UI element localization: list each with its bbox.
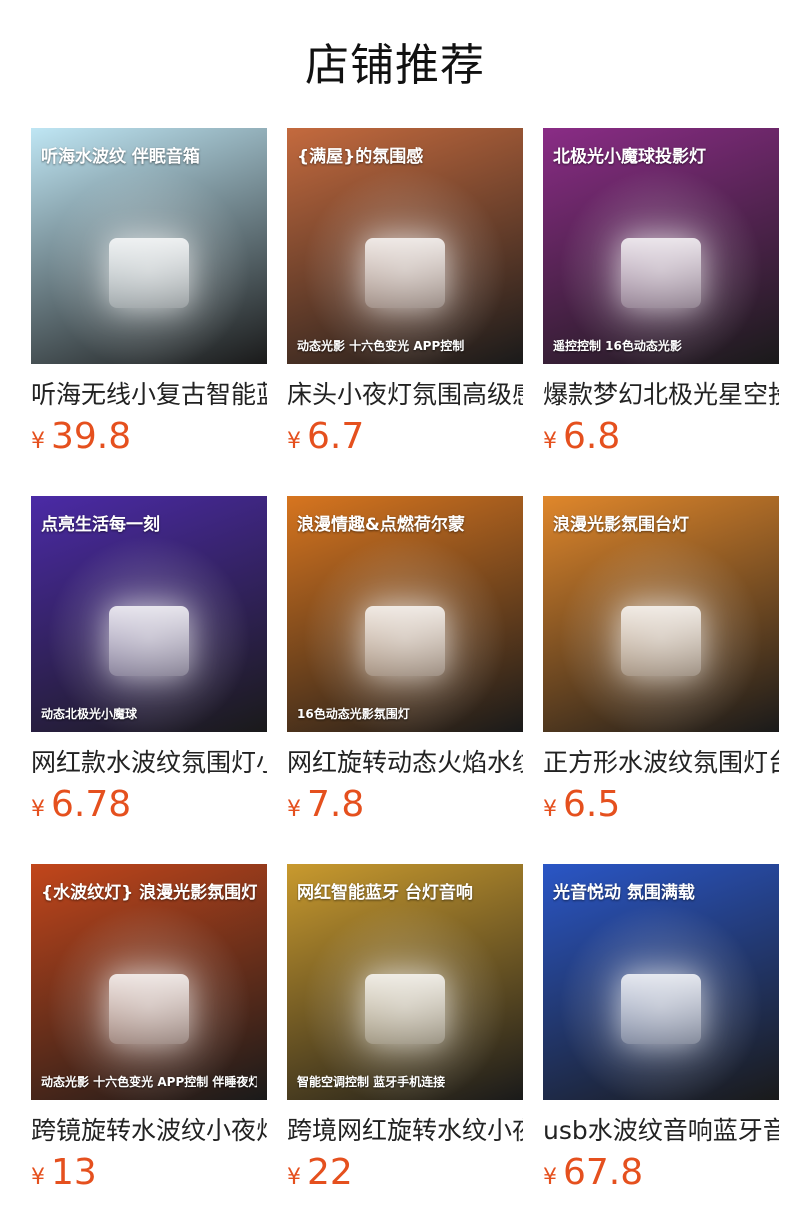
- product-image-caption: 智能空调控制 蓝牙手机连接: [297, 1075, 446, 1089]
- product-card[interactable]: {满屋}的氛围感动态光影 十六色变光 APP控制床头小夜灯氛围高级感 ¥6.7: [287, 128, 523, 458]
- price-value: 13: [51, 1152, 97, 1193]
- product-card[interactable]: 点亮生活每一刻动态北极光小魔球网红款水波纹氛围灯小魔球 ¥6.78: [31, 496, 267, 826]
- product-image[interactable]: 听海水波纹 伴眠音箱: [31, 128, 267, 364]
- product-image-banner-text: 浪漫情趣&点燃荷尔蒙: [297, 515, 465, 535]
- product-name[interactable]: 网红旋转动态火焰水纹灯: [287, 746, 523, 780]
- product-image[interactable]: 浪漫光影氛围台灯: [543, 496, 779, 732]
- lamp-illustration: [621, 606, 701, 676]
- price-value: 6.8: [563, 416, 621, 457]
- price-value: 7.8: [307, 784, 365, 825]
- product-image-caption: 动态北极光小魔球: [41, 707, 138, 721]
- price-value: 6.78: [51, 784, 132, 825]
- lamp-illustration: [109, 974, 189, 1044]
- product-name[interactable]: 听海无线小复古智能蓝牙音箱: [31, 378, 267, 412]
- product-image-banner-text: 北极光小魔球投影灯: [553, 147, 706, 167]
- lamp-illustration: [109, 606, 189, 676]
- product-price: ¥13: [31, 1152, 97, 1193]
- lamp-illustration: [621, 974, 701, 1044]
- product-image[interactable]: 浪漫情趣&点燃荷尔蒙 16色动态光影氛围灯: [287, 496, 523, 732]
- product-card[interactable]: 网红智能蓝牙 台灯音响智能空调控制 蓝牙手机连接跨境网红旋转水纹小夜灯 ¥22: [287, 864, 523, 1194]
- product-price: ¥6.7: [287, 416, 364, 457]
- price-value: 39.8: [51, 416, 132, 457]
- currency-symbol: ¥: [31, 797, 45, 822]
- product-image-banner-text: 光音悦动 氛围满载: [553, 883, 695, 903]
- price-value: 6.5: [563, 784, 621, 825]
- product-price: ¥6.78: [31, 784, 131, 825]
- product-name[interactable]: 跨境网红旋转水纹小夜灯: [287, 1114, 523, 1148]
- product-image[interactable]: {水波纹灯} 浪漫光影氛围灯动态光影 十六色变光 APP控制 伴睡夜灯: [31, 864, 267, 1100]
- currency-symbol: ¥: [287, 797, 301, 822]
- product-image-banner-text: {满屋}的氛围感: [297, 147, 424, 167]
- price-value: 6.7: [307, 416, 365, 457]
- product-image-banner-text: 点亮生活每一刻: [41, 515, 160, 535]
- product-name[interactable]: 床头小夜灯氛围高级感: [287, 378, 523, 412]
- product-price: ¥67.8: [543, 1152, 643, 1193]
- product-image-caption: 动态光影 十六色变光 APP控制 伴睡夜灯: [41, 1075, 257, 1089]
- product-price: ¥6.5: [543, 784, 620, 825]
- product-image-banner-text: 浪漫光影氛围台灯: [553, 515, 689, 535]
- currency-symbol: ¥: [543, 429, 557, 454]
- product-name[interactable]: 爆款梦幻北极光星空投影灯: [543, 378, 779, 412]
- price-value: 67.8: [563, 1152, 644, 1193]
- product-image-banner-text: 听海水波纹 伴眠音箱: [41, 147, 200, 167]
- product-image[interactable]: 网红智能蓝牙 台灯音响智能空调控制 蓝牙手机连接: [287, 864, 523, 1100]
- currency-symbol: ¥: [31, 429, 45, 454]
- product-price: ¥22: [287, 1152, 353, 1193]
- product-card[interactable]: 浪漫光影氛围台灯正方形水波纹氛围灯台灯 ¥6.5: [543, 496, 779, 826]
- product-card[interactable]: 北极光小魔球投影灯遥控控制 16色动态光影爆款梦幻北极光星空投影灯 ¥6.8: [543, 128, 779, 458]
- currency-symbol: ¥: [543, 1165, 557, 1190]
- lamp-illustration: [365, 606, 445, 676]
- product-image-banner-text: 网红智能蓝牙 台灯音响: [297, 883, 473, 903]
- product-image-caption: 动态光影 十六色变光 APP控制: [297, 339, 465, 353]
- product-name[interactable]: 正方形水波纹氛围灯台灯: [543, 746, 779, 780]
- product-image[interactable]: {满屋}的氛围感动态光影 十六色变光 APP控制: [287, 128, 523, 364]
- product-name[interactable]: 跨镜旋转水波纹小夜灯: [31, 1114, 267, 1148]
- product-card[interactable]: 听海水波纹 伴眠音箱听海无线小复古智能蓝牙音箱 ¥39.8: [31, 128, 267, 458]
- product-card[interactable]: 浪漫情趣&点燃荷尔蒙 16色动态光影氛围灯网红旋转动态火焰水纹灯 ¥7.8: [287, 496, 523, 826]
- lamp-illustration: [365, 974, 445, 1044]
- product-image-caption: 遥控控制 16色动态光影: [553, 339, 682, 353]
- product-price: ¥39.8: [31, 416, 131, 457]
- currency-symbol: ¥: [31, 1165, 45, 1190]
- product-price: ¥7.8: [287, 784, 364, 825]
- product-image-banner-text: {水波纹灯} 浪漫光影氛围灯: [41, 883, 257, 903]
- price-value: 22: [307, 1152, 353, 1193]
- product-image[interactable]: 点亮生活每一刻动态北极光小魔球: [31, 496, 267, 732]
- currency-symbol: ¥: [543, 797, 557, 822]
- currency-symbol: ¥: [287, 1165, 301, 1190]
- product-name[interactable]: 网红款水波纹氛围灯小魔球: [31, 746, 267, 780]
- page-title: 店铺推荐: [305, 40, 485, 91]
- lamp-illustration: [109, 238, 189, 308]
- lamp-illustration: [365, 238, 445, 308]
- product-image-caption: 16色动态光影氛围灯: [297, 707, 410, 721]
- product-image[interactable]: 北极光小魔球投影灯遥控控制 16色动态光影: [543, 128, 779, 364]
- product-price: ¥6.8: [543, 416, 620, 457]
- lamp-illustration: [621, 238, 701, 308]
- product-card[interactable]: {水波纹灯} 浪漫光影氛围灯动态光影 十六色变光 APP控制 伴睡夜灯跨镜旋转水…: [31, 864, 267, 1194]
- currency-symbol: ¥: [287, 429, 301, 454]
- product-card[interactable]: 光音悦动 氛围满载 usb水波纹音响蓝牙音箱 ¥67.8: [543, 864, 779, 1194]
- product-image[interactable]: 光音悦动 氛围满载: [543, 864, 779, 1100]
- product-name[interactable]: usb水波纹音响蓝牙音箱: [543, 1114, 779, 1148]
